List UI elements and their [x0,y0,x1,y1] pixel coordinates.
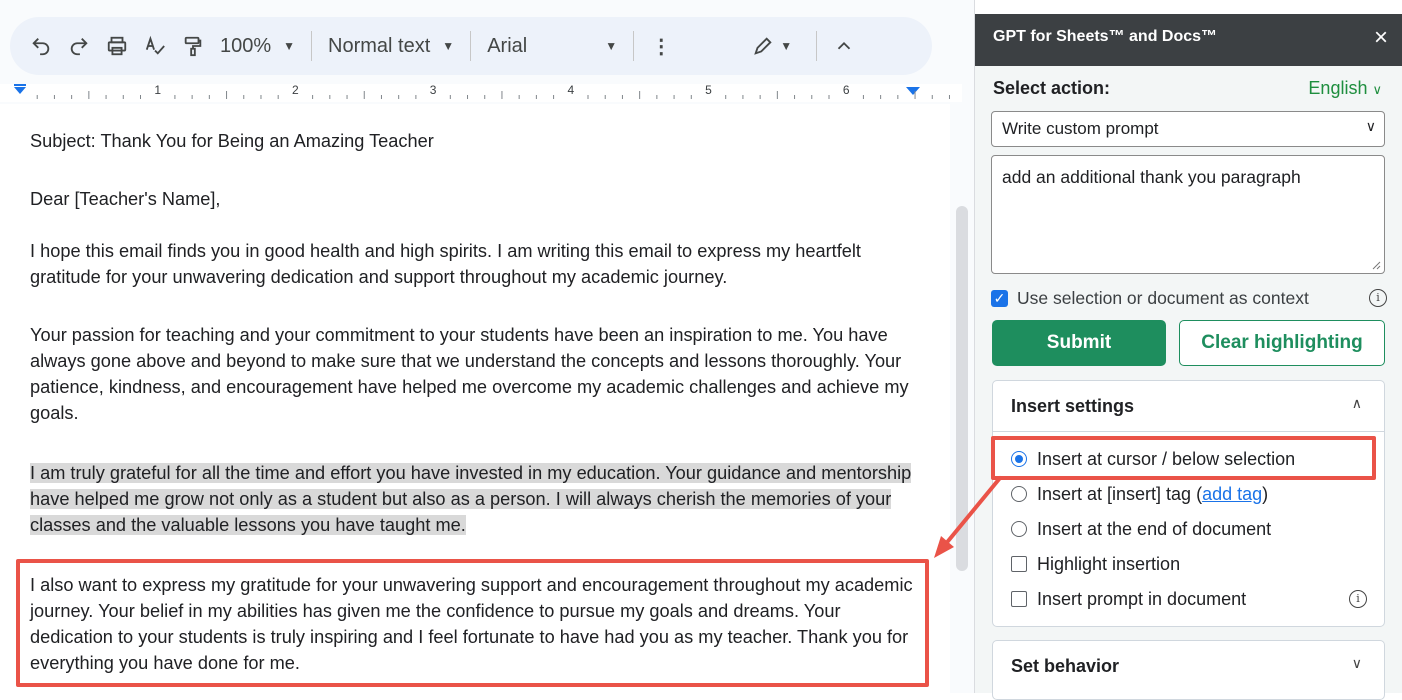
inserted-paragraph-annotation [16,559,929,687]
paint-format-icon[interactable] [176,26,210,66]
info-icon[interactable]: i [1349,590,1367,608]
font-select[interactable]: Arial ▼ [481,35,623,58]
ruler-number: 5 [705,84,712,97]
language-select[interactable]: English ∨ [1308,78,1382,99]
zoom-value: 100% [220,34,272,57]
add-tag-link[interactable]: add tag [1202,484,1262,505]
horizontal-ruler[interactable]: 1 2 3 4 5 6 [0,84,962,102]
ruler-number: 3 [430,84,437,97]
radio-unselected[interactable] [1011,521,1027,537]
submit-button[interactable]: Submit [992,320,1166,366]
option-label: Insert at [insert] tag ( [1037,483,1203,504]
redo-icon[interactable] [62,26,96,66]
chevron-up-icon: ∧ [1351,395,1362,411]
insert-settings-title: Insert settings [1011,396,1135,416]
action-value: Write custom prompt [1002,119,1159,138]
context-option[interactable]: ✓ Use selection or document as context i [991,286,1387,310]
panel-title: GPT for Sheets™ and Docs™ [993,28,1218,45]
vertical-scrollbar[interactable] [956,206,968,571]
set-behavior-title: Set behavior [1011,656,1120,676]
checkbox-unchecked[interactable] [1011,591,1027,607]
chevron-down-icon: ▼ [283,39,296,53]
font-value: Arial [487,34,528,57]
chevron-down-icon: ▼ [605,39,618,53]
zoom-select[interactable]: 100% ▼ [214,35,301,58]
context-checkbox[interactable]: ✓ [991,289,1008,307]
insert-option-annotation [991,436,1376,480]
toolbar-divider [633,31,635,61]
option-highlight-insertion[interactable]: Highlight insertion [1011,552,1180,576]
select-action-label: Select action: [993,78,1111,98]
option-label: Insert at the end of document [1037,518,1272,539]
toolbar-divider [816,31,818,61]
editing-mode-button[interactable]: ▼ [742,26,802,66]
more-options-icon[interactable]: ⋮ [644,26,678,66]
prompt-text: add an additional thank you paragraph [1002,167,1301,187]
insert-settings-card: Insert settings ∧ Insert at cursor / bel… [992,380,1385,627]
radio-unselected[interactable] [1011,486,1027,502]
collapse-toolbar-icon[interactable] [827,26,861,66]
paragraph-1: I hope this email finds you in good heal… [30,241,861,287]
ruler-number: 1 [154,84,161,97]
toolbar-divider [311,31,313,61]
chevron-down-icon: ∨ [1365,118,1376,134]
clear-highlighting-button[interactable]: Clear highlighting [1179,320,1385,366]
option-label: Highlight insertion [1037,553,1181,574]
insert-settings-header[interactable]: Insert settings ∧ [993,381,1384,431]
checkbox-unchecked[interactable] [1011,556,1027,572]
style-select[interactable]: Normal text ▼ [322,35,460,58]
undo-icon[interactable] [24,26,58,66]
option-insert-at-end[interactable]: Insert at the end of document [1011,517,1271,541]
info-icon[interactable]: i [1369,289,1387,307]
context-label: Use selection or document as context [1017,287,1309,308]
email-greeting: Dear [Teacher's Name], [30,189,221,209]
document-area: 100% ▼ Normal text ▼ Arial ▼ ⋮ ▼ 1 2 3 4 5 6 Sub… [0,0,975,693]
set-behavior-card: Set behavior ∨ [992,640,1385,700]
panel-header: GPT for Sheets™ and Docs™ × [975,14,1402,66]
ruler-number: 4 [567,84,574,97]
ruler-number: 2 [292,84,299,97]
action-select[interactable]: Write custom prompt ∨ [991,111,1385,147]
style-value: Normal text [328,34,431,57]
print-icon[interactable] [100,26,134,66]
chevron-down-icon: ∨ [1372,82,1382,97]
set-behavior-header[interactable]: Set behavior ∨ [993,641,1384,691]
language-value: English [1308,78,1368,98]
chevron-down-icon: ▼ [780,39,793,53]
ruler-number: 6 [843,84,850,97]
chevron-down-icon: ▼ [442,39,455,53]
resize-handle-icon[interactable] [1371,260,1381,270]
option-insert-prompt[interactable]: Insert prompt in document i [1011,587,1367,611]
selection-highlight: I am truly grateful for all the time and… [30,463,912,535]
paragraph-3-selected: I am truly grateful for all the time and… [30,460,925,538]
pencil-icon [754,37,772,55]
close-icon[interactable]: × [1374,24,1388,52]
email-subject: Subject: Thank You for Being an Amazing … [30,131,434,151]
prompt-textarea[interactable]: add an additional thank you paragraph [991,155,1385,274]
paragraph-2: Your passion for teaching and your commi… [30,325,909,423]
spellcheck-icon[interactable] [138,26,172,66]
option-label-suffix: ) [1262,483,1269,504]
chevron-down-icon: ∨ [1351,655,1362,671]
editor-toolbar: 100% ▼ Normal text ▼ Arial ▼ ⋮ ▼ [10,17,932,75]
gpt-side-panel: GPT for Sheets™ and Docs™ × Select actio… [975,14,1402,700]
card-divider [993,431,1384,432]
option-insert-at-tag[interactable]: Insert at [insert] tag (add tag) [1011,482,1268,506]
toolbar-divider [470,31,472,61]
option-label: Insert prompt in document [1037,588,1247,609]
